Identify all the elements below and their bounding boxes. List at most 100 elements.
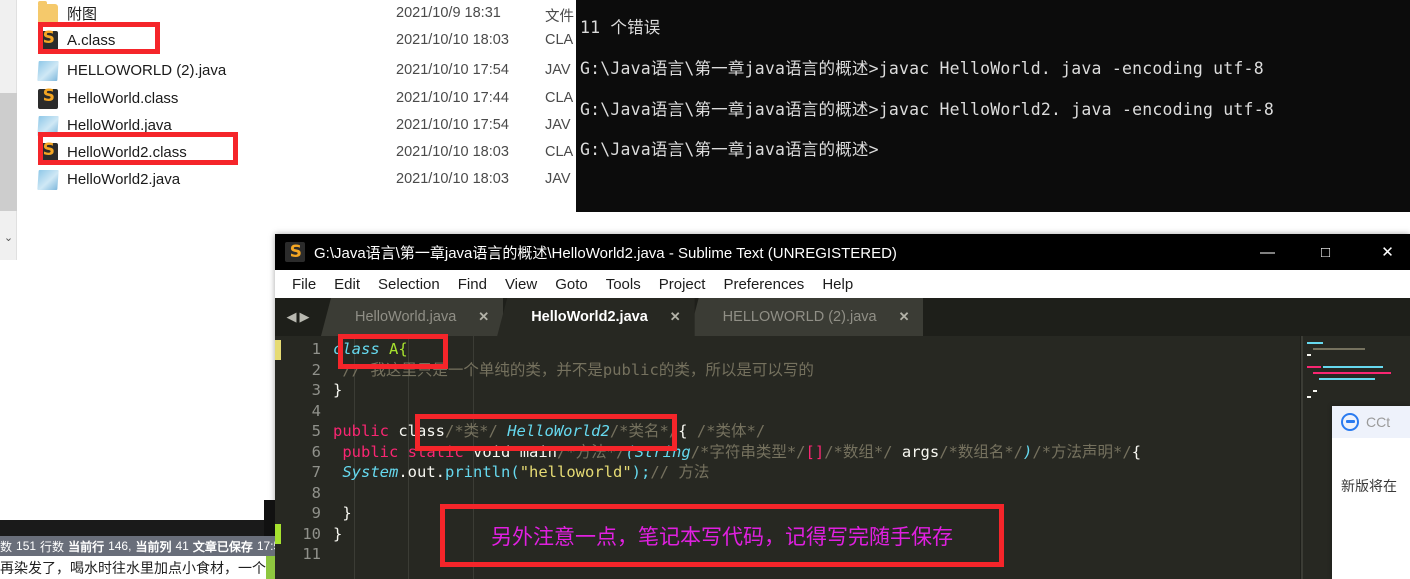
file-date: 2021/10/9 18:31 [396, 5, 501, 21]
menu-item-project[interactable]: Project [650, 274, 715, 295]
code-line: 2 // 我这里只是一个单纯的类，并不是public的类，所以是可以写的 [275, 360, 1141, 381]
line-number: 9 [311, 504, 321, 522]
line-number: 5 [311, 422, 321, 440]
java-file-icon [37, 169, 59, 190]
tab-close-icon[interactable]: ✕ [478, 309, 489, 325]
code-content[interactable]: 1 class A{ 2 // 我这里只是一个单纯的类，并不是public的类，所… [275, 336, 1141, 565]
file-list-item[interactable]: HelloWorld.java [37, 112, 172, 139]
sublime-text-window[interactable]: G:\Java语言\第一章java语言的概述\HelloWorld2.java … [275, 234, 1410, 579]
arrow-left-icon[interactable]: ◀ [287, 309, 297, 325]
news-ticker[interactable]: 再染发了，喝水时往水里加点小食材，一个月白发变黑 [0, 556, 275, 579]
editor-tab[interactable]: HELLOWORLD (2).java ✕ [688, 298, 924, 336]
minimap-line [1313, 390, 1317, 392]
line-number: 3 [311, 381, 321, 399]
line-number: 10 [302, 524, 321, 543]
line-number: 7 [311, 463, 321, 481]
file-list-item[interactable]: A.class [38, 27, 115, 54]
menu-item-edit[interactable]: Edit [325, 274, 369, 295]
token-brace: { [1131, 442, 1142, 461]
menu-item-tools[interactable]: Tools [597, 274, 650, 295]
tab-label: HelloWorld2.java [531, 309, 648, 325]
java-file-icon [37, 60, 59, 81]
code-line: 1 class A{ [275, 339, 1141, 360]
close-button[interactable]: ✕ [1365, 234, 1410, 270]
console-line: G:\Java语言\第一章java语言的概述>javac HelloWorld2… [580, 100, 1274, 119]
chevron-down-icon[interactable]: ⌄ [0, 228, 17, 248]
menu-item-selection[interactable]: Selection [369, 274, 449, 295]
minimize-button[interactable]: — [1245, 234, 1290, 270]
token-comment: /*方法*/ [557, 442, 626, 461]
cc-notification-popup[interactable]: CCt 新版将在 [1332, 406, 1410, 579]
file-list-item[interactable]: HelloWorld2.java [37, 166, 180, 193]
file-type: JAV [545, 117, 571, 133]
status-segment: 行数 [40, 539, 65, 554]
token-comment: /*类名*/ [609, 422, 679, 440]
taskbar-edge [264, 500, 275, 536]
token-brace: { [678, 422, 688, 440]
status-segment: 当前行 [68, 539, 105, 554]
file-date: 2021/10/10 17:54 [396, 117, 509, 133]
editor-tab[interactable]: HelloWorld2.java ✕ [497, 298, 695, 336]
token-brace: } [333, 524, 343, 543]
sublime-title-bar[interactable]: G:\Java语言\第一章java语言的概述\HelloWorld2.java … [275, 234, 1410, 270]
code-line: 9 } [275, 503, 1141, 524]
code-line: 10} [275, 524, 1141, 545]
explorer-scrollbar[interactable]: ⌄ [0, 0, 17, 260]
menu-item-preferences[interactable]: Preferences [714, 274, 813, 295]
code-line: 3} [275, 380, 1141, 401]
cc-popup-body: 新版将在 [1341, 478, 1397, 494]
file-type: CLA [545, 144, 574, 160]
minimap-line [1307, 354, 1311, 356]
command-prompt-window[interactable]: 11 个错误 G:\Java语言\第一章java语言的概述>javac Hell… [576, 0, 1410, 212]
explorer-scrollbar-thumb[interactable] [0, 93, 17, 211]
tab-close-icon[interactable]: ✕ [899, 309, 910, 325]
status-segment: 151 [16, 539, 37, 553]
menu-item-goto[interactable]: Goto [546, 274, 597, 295]
menu-item-help[interactable]: Help [813, 274, 862, 295]
menu-item-view[interactable]: View [496, 274, 546, 295]
tab-close-icon[interactable]: ✕ [670, 309, 681, 325]
console-line: G:\Java语言\第一章java语言的概述>javac HelloWorld.… [580, 59, 1264, 78]
file-list-item[interactable]: HelloWorld.class [38, 85, 178, 112]
file-type: CLA [545, 32, 574, 48]
menu-item-find[interactable]: Find [449, 274, 496, 295]
token-class-name: A{ [389, 340, 408, 358]
explorer-empty-area [0, 260, 275, 520]
file-date: 2021/10/10 18:03 [396, 32, 509, 48]
minimap-line [1307, 396, 1311, 398]
token-string-type: String [634, 442, 691, 461]
class-file-icon [38, 88, 58, 109]
tab-nav-arrows[interactable]: ◀ ▶ [275, 298, 321, 336]
editor-tab[interactable]: HelloWorld.java ✕ [321, 298, 504, 336]
editor-status-bar: 数151行数当前行146,当前列41文章已保存17:54:52 [0, 536, 275, 556]
arrow-right-icon[interactable]: ▶ [300, 309, 310, 325]
minimap-selection [1301, 336, 1303, 579]
file-list-item[interactable]: HELLOWORLD (2).java [37, 57, 226, 84]
token-comment: /*方法声明*/ [1032, 442, 1132, 461]
token-class-keyword: class [398, 422, 446, 440]
cc-logo-icon [1341, 413, 1359, 431]
status-segment: 17:54:52 [256, 539, 275, 553]
file-name: HelloWorld.class [67, 90, 179, 107]
token-brackets: [] [805, 442, 825, 461]
menu-item-file[interactable]: File [283, 274, 325, 295]
minimap-line [1307, 366, 1321, 368]
code-line: 7 System.out.println("helloworld");// 方法 [275, 462, 1141, 483]
file-list-item[interactable]: 附图 [38, 0, 97, 27]
line-number: 2 [311, 360, 321, 379]
file-type: 文件 [545, 9, 574, 25]
menu-bar[interactable]: File Edit Selection Find View Goto Tools Projec… [275, 270, 1410, 298]
status-segment: 当前列 [135, 539, 172, 554]
tab-label: HELLOWORLD (2).java [722, 309, 877, 325]
code-line: 4 [275, 401, 1141, 422]
token-comment: /*字符串类型*/ [690, 442, 806, 461]
maximize-button[interactable]: □ [1303, 234, 1348, 270]
file-list-item[interactable]: HelloWorld2.class [38, 139, 187, 166]
file-type: CLA [545, 90, 574, 106]
token-modifiers: public static [342, 442, 464, 461]
code-editor[interactable]: 1 class A{ 2 // 我这里只是一个单纯的类，并不是public的类，所… [275, 336, 1410, 579]
token-paren: ) [1023, 442, 1033, 461]
file-name: HelloWorld2.class [67, 144, 187, 161]
console-line: 11 个错误 [580, 18, 661, 37]
tab-bar[interactable]: ◀ ▶ HelloWorld.java ✕ HelloWorld2.java ✕ HEL… [275, 298, 1410, 336]
